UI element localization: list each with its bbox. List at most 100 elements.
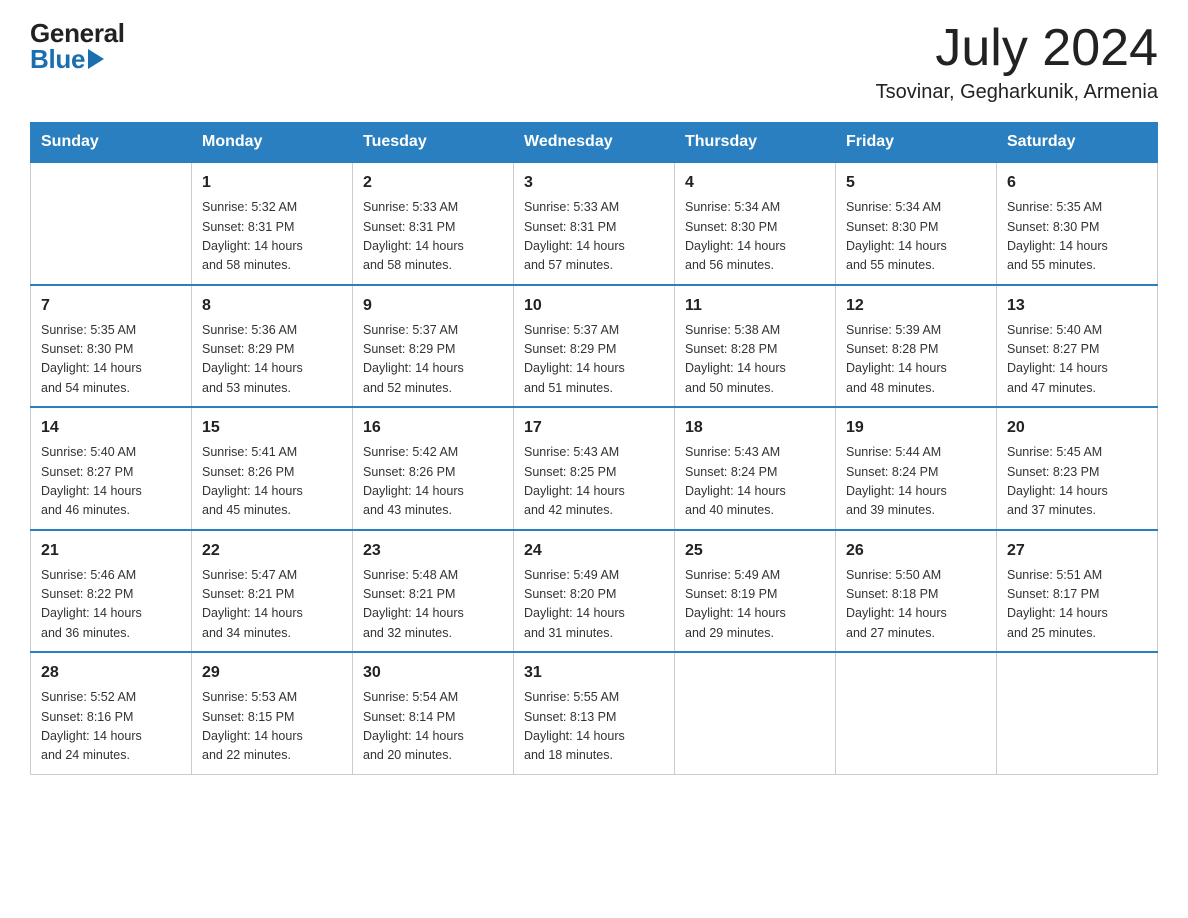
day-info: Sunrise: 5:33 AM Sunset: 8:31 PM Dayligh…	[524, 198, 664, 276]
day-info: Sunrise: 5:54 AM Sunset: 8:14 PM Dayligh…	[363, 688, 503, 766]
calendar-day-cell	[997, 652, 1158, 774]
day-number: 8	[202, 294, 342, 318]
day-info: Sunrise: 5:39 AM Sunset: 8:28 PM Dayligh…	[846, 321, 986, 399]
calendar-day-cell: 24 Sunrise: 5:49 AM Sunset: 8:20 PM Dayli…	[514, 530, 675, 653]
calendar-day-cell: 2Sunrise: 5:33 AM Sunset: 8:31 PM Daylig…	[353, 162, 514, 285]
month-year-title: July 2024	[876, 20, 1158, 77]
calendar-header-sunday: Sunday	[31, 123, 192, 163]
calendar-day-cell: 21Sunrise: 5:46 AM Sunset: 8:22 PM Dayli…	[31, 530, 192, 653]
calendar-day-cell: 28 Sunrise: 5:52 AM Sunset: 8:16 PM Dayli…	[31, 652, 192, 774]
day-number: 5	[846, 171, 986, 195]
day-number: 2	[363, 171, 503, 195]
calendar-day-cell	[31, 162, 192, 285]
calendar-week-row: 1Sunrise: 5:32 AM Sunset: 8:31 PM Daylig…	[31, 162, 1158, 285]
calendar-week-row: 14Sunrise: 5:40 AM Sunset: 8:27 PM Dayli…	[31, 407, 1158, 530]
calendar-table: SundayMondayTuesdayWednesdayThursdayFrid…	[30, 122, 1158, 775]
day-info: Sunrise: 5:41 AM Sunset: 8:26 PM Dayligh…	[202, 443, 342, 521]
calendar-header-friday: Friday	[836, 123, 997, 163]
day-number: 16	[363, 416, 503, 440]
title-block: July 2024 Tsovinar, Gegharkunik, Armenia	[876, 20, 1158, 104]
calendar-day-cell: 12 Sunrise: 5:39 AM Sunset: 8:28 PM Dayli…	[836, 285, 997, 408]
location-subtitle: Tsovinar, Gegharkunik, Armenia	[876, 81, 1158, 104]
day-number: 24	[524, 539, 664, 563]
day-info: Sunrise: 5:35 AM Sunset: 8:30 PM Dayligh…	[1007, 198, 1147, 276]
day-info: Sunrise: 5:37 AM Sunset: 8:29 PM Dayligh…	[363, 321, 503, 399]
day-number: 27	[1007, 539, 1147, 563]
calendar-day-cell: 16 Sunrise: 5:42 AM Sunset: 8:26 PM Dayli…	[353, 407, 514, 530]
day-number: 25	[685, 539, 825, 563]
calendar-header-saturday: Saturday	[997, 123, 1158, 163]
day-number: 12	[846, 294, 986, 318]
calendar-week-row: 7Sunrise: 5:35 AM Sunset: 8:30 PM Daylig…	[31, 285, 1158, 408]
day-number: 18	[685, 416, 825, 440]
day-number: 19	[846, 416, 986, 440]
calendar-day-cell: 29 Sunrise: 5:53 AM Sunset: 8:15 PM Dayli…	[192, 652, 353, 774]
day-info: Sunrise: 5:38 AM Sunset: 8:28 PM Dayligh…	[685, 321, 825, 399]
calendar-day-cell: 6 Sunrise: 5:35 AM Sunset: 8:30 PM Daylig…	[997, 162, 1158, 285]
calendar-day-cell: 17 Sunrise: 5:43 AM Sunset: 8:25 PM Dayli…	[514, 407, 675, 530]
calendar-day-cell: 13 Sunrise: 5:40 AM Sunset: 8:27 PM Dayli…	[997, 285, 1158, 408]
day-number: 28	[41, 661, 181, 685]
logo-triangle-icon	[88, 49, 104, 69]
day-number: 13	[1007, 294, 1147, 318]
day-info: Sunrise: 5:40 AM Sunset: 8:27 PM Dayligh…	[1007, 321, 1147, 399]
logo-blue-text: Blue	[30, 46, 125, 72]
calendar-day-cell: 18 Sunrise: 5:43 AM Sunset: 8:24 PM Dayli…	[675, 407, 836, 530]
calendar-day-cell: 31 Sunrise: 5:55 AM Sunset: 8:13 PM Dayli…	[514, 652, 675, 774]
logo-general-text: General	[30, 20, 125, 46]
page-header: General Blue July 2024 Tsovinar, Geghark…	[30, 20, 1158, 104]
calendar-day-cell: 10 Sunrise: 5:37 AM Sunset: 8:29 PM Dayli…	[514, 285, 675, 408]
calendar-day-cell	[836, 652, 997, 774]
calendar-header-monday: Monday	[192, 123, 353, 163]
calendar-day-cell: 25Sunrise: 5:49 AM Sunset: 8:19 PM Dayli…	[675, 530, 836, 653]
day-number: 4	[685, 171, 825, 195]
calendar-day-cell: 26Sunrise: 5:50 AM Sunset: 8:18 PM Dayli…	[836, 530, 997, 653]
logo: General Blue	[30, 20, 125, 72]
day-info: Sunrise: 5:55 AM Sunset: 8:13 PM Dayligh…	[524, 688, 664, 766]
day-info: Sunrise: 5:47 AM Sunset: 8:21 PM Dayligh…	[202, 566, 342, 644]
calendar-day-cell: 19 Sunrise: 5:44 AM Sunset: 8:24 PM Dayli…	[836, 407, 997, 530]
calendar-day-cell	[675, 652, 836, 774]
calendar-day-cell: 1Sunrise: 5:32 AM Sunset: 8:31 PM Daylig…	[192, 162, 353, 285]
day-info: Sunrise: 5:48 AM Sunset: 8:21 PM Dayligh…	[363, 566, 503, 644]
day-info: Sunrise: 5:52 AM Sunset: 8:16 PM Dayligh…	[41, 688, 181, 766]
day-info: Sunrise: 5:43 AM Sunset: 8:25 PM Dayligh…	[524, 443, 664, 521]
day-info: Sunrise: 5:49 AM Sunset: 8:20 PM Dayligh…	[524, 566, 664, 644]
day-number: 15	[202, 416, 342, 440]
day-info: Sunrise: 5:40 AM Sunset: 8:27 PM Dayligh…	[41, 443, 181, 521]
day-number: 17	[524, 416, 664, 440]
day-number: 10	[524, 294, 664, 318]
day-info: Sunrise: 5:50 AM Sunset: 8:18 PM Dayligh…	[846, 566, 986, 644]
calendar-day-cell: 4 Sunrise: 5:34 AM Sunset: 8:30 PM Daylig…	[675, 162, 836, 285]
day-info: Sunrise: 5:35 AM Sunset: 8:30 PM Dayligh…	[41, 321, 181, 399]
calendar-header-tuesday: Tuesday	[353, 123, 514, 163]
day-info: Sunrise: 5:37 AM Sunset: 8:29 PM Dayligh…	[524, 321, 664, 399]
day-info: Sunrise: 5:45 AM Sunset: 8:23 PM Dayligh…	[1007, 443, 1147, 521]
day-info: Sunrise: 5:42 AM Sunset: 8:26 PM Dayligh…	[363, 443, 503, 521]
day-number: 6	[1007, 171, 1147, 195]
calendar-day-cell: 14Sunrise: 5:40 AM Sunset: 8:27 PM Dayli…	[31, 407, 192, 530]
day-info: Sunrise: 5:46 AM Sunset: 8:22 PM Dayligh…	[41, 566, 181, 644]
day-info: Sunrise: 5:44 AM Sunset: 8:24 PM Dayligh…	[846, 443, 986, 521]
calendar-day-cell: 11Sunrise: 5:38 AM Sunset: 8:28 PM Dayli…	[675, 285, 836, 408]
day-info: Sunrise: 5:36 AM Sunset: 8:29 PM Dayligh…	[202, 321, 342, 399]
day-number: 31	[524, 661, 664, 685]
calendar-header-row: SundayMondayTuesdayWednesdayThursdayFrid…	[31, 123, 1158, 163]
day-number: 3	[524, 171, 664, 195]
calendar-day-cell: 30 Sunrise: 5:54 AM Sunset: 8:14 PM Dayli…	[353, 652, 514, 774]
day-number: 22	[202, 539, 342, 563]
calendar-day-cell: 22 Sunrise: 5:47 AM Sunset: 8:21 PM Dayli…	[192, 530, 353, 653]
calendar-day-cell: 15 Sunrise: 5:41 AM Sunset: 8:26 PM Dayli…	[192, 407, 353, 530]
day-number: 9	[363, 294, 503, 318]
day-number: 1	[202, 171, 342, 195]
calendar-week-row: 28 Sunrise: 5:52 AM Sunset: 8:16 PM Dayli…	[31, 652, 1158, 774]
day-number: 29	[202, 661, 342, 685]
calendar-day-cell: 23Sunrise: 5:48 AM Sunset: 8:21 PM Dayli…	[353, 530, 514, 653]
day-info: Sunrise: 5:53 AM Sunset: 8:15 PM Dayligh…	[202, 688, 342, 766]
day-info: Sunrise: 5:34 AM Sunset: 8:30 PM Dayligh…	[685, 198, 825, 276]
calendar-day-cell: 5Sunrise: 5:34 AM Sunset: 8:30 PM Daylig…	[836, 162, 997, 285]
day-info: Sunrise: 5:43 AM Sunset: 8:24 PM Dayligh…	[685, 443, 825, 521]
calendar-day-cell: 9 Sunrise: 5:37 AM Sunset: 8:29 PM Daylig…	[353, 285, 514, 408]
calendar-day-cell: 3 Sunrise: 5:33 AM Sunset: 8:31 PM Daylig…	[514, 162, 675, 285]
day-number: 30	[363, 661, 503, 685]
